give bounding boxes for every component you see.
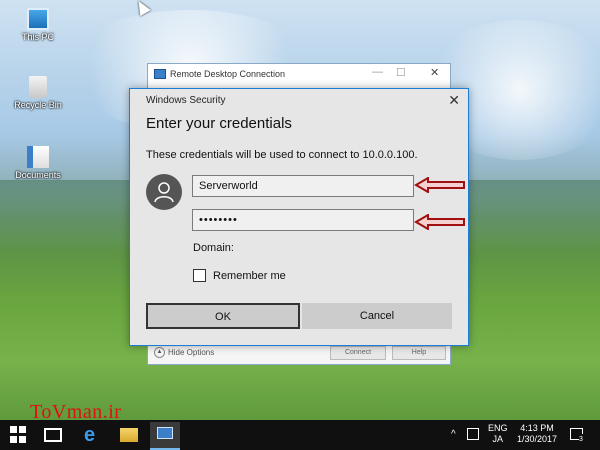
- rdc-title: Remote Desktop Connection: [170, 69, 286, 79]
- file-explorer-icon[interactable]: [120, 428, 138, 442]
- desktop-icon-label: Documents: [15, 170, 61, 180]
- annotation-arrow-icon: [414, 214, 465, 230]
- desktop-icon-this-pc[interactable]: This PC: [8, 8, 68, 42]
- action-center-icon[interactable]: 3: [570, 428, 583, 445]
- recycle-bin-icon: [29, 76, 47, 98]
- edge-browser-icon[interactable]: e: [84, 425, 102, 445]
- remember-me-label: Remember me: [213, 269, 286, 282]
- hide-options-toggle[interactable]: ▲ Hide Options: [154, 347, 214, 358]
- maximize-icon: ☐: [396, 67, 406, 79]
- clock-time: 4:13 PM: [520, 423, 554, 433]
- chevron-up-icon: ▲: [154, 347, 165, 358]
- desktop-icon-label: This PC: [21, 32, 54, 42]
- language-secondary: JA: [492, 434, 504, 444]
- rdc-app-icon: [157, 427, 173, 439]
- dialog-title: Enter your credentials: [146, 115, 292, 132]
- language-indicator[interactable]: ENG JA: [488, 423, 508, 445]
- language-primary: ENG: [488, 423, 508, 433]
- help-button[interactable]: Help: [392, 346, 446, 360]
- rdc-app-icon: [154, 69, 166, 79]
- chevron-up-icon[interactable]: ^: [451, 429, 456, 440]
- domain-label: Domain:: [193, 242, 234, 254]
- password-input[interactable]: ••••••••: [192, 209, 414, 231]
- minimize-icon[interactable]: —: [372, 66, 383, 78]
- network-icon[interactable]: [467, 428, 479, 440]
- desktop-icon-label: Recycle Bin: [14, 100, 62, 110]
- user-avatar-icon: [146, 174, 182, 210]
- annotation-arrow-icon: [414, 177, 465, 193]
- username-input[interactable]: Serverworld: [192, 175, 414, 197]
- taskbar: e ^ ENG JA 4:13 PM 1/30/2017 3: [0, 420, 600, 450]
- computer-icon: [27, 8, 49, 30]
- ok-button[interactable]: OK: [146, 303, 300, 329]
- clock[interactable]: 4:13 PM 1/30/2017: [516, 423, 558, 445]
- task-view-icon[interactable]: [44, 428, 62, 442]
- checkbox-box[interactable]: [193, 269, 206, 282]
- rdc-title-bar[interactable]: Remote Desktop Connection — ☐ ✕: [148, 64, 450, 84]
- remember-me-checkbox[interactable]: Remember me: [193, 269, 286, 282]
- dialog-header: Windows Security: [146, 94, 226, 106]
- desktop-icon-documents[interactable]: Documents: [8, 146, 68, 180]
- documents-icon: [27, 146, 49, 168]
- start-windows-icon[interactable]: [10, 426, 28, 444]
- close-icon[interactable]: ✕: [448, 92, 460, 109]
- notification-count: 3: [579, 434, 583, 445]
- desktop-icon-recycle-bin[interactable]: Recycle Bin: [8, 76, 68, 110]
- taskbar-rdc-button[interactable]: [150, 422, 180, 450]
- connect-button[interactable]: Connect: [330, 346, 386, 360]
- cancel-button[interactable]: Cancel: [302, 303, 452, 329]
- dialog-description: These credentials will be used to connec…: [146, 149, 418, 161]
- clock-date: 1/30/2017: [516, 434, 558, 444]
- close-icon[interactable]: ✕: [430, 66, 439, 79]
- hide-options-label: Hide Options: [168, 348, 215, 357]
